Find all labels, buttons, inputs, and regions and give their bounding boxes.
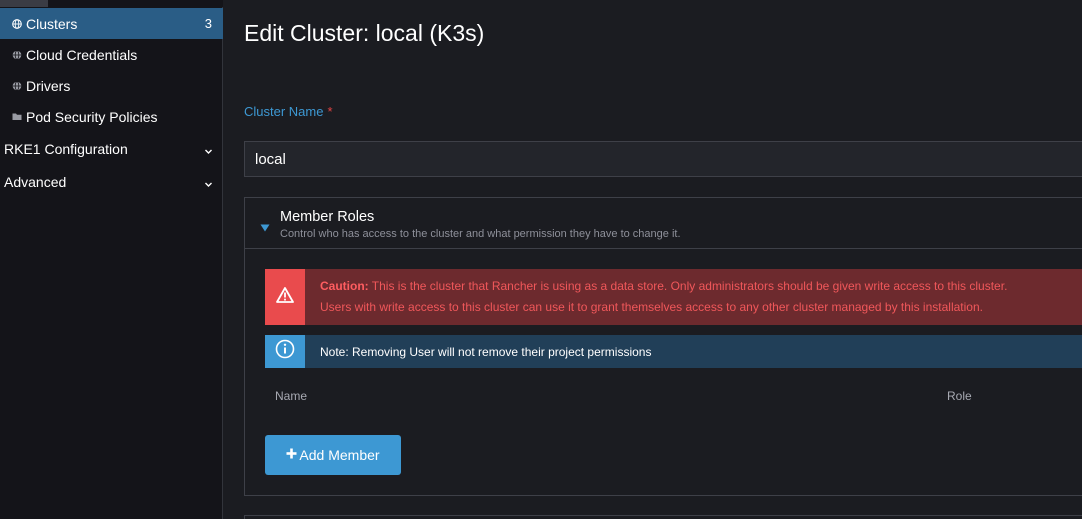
caution-text: Caution: This is the cluster that Ranche…	[305, 269, 1007, 325]
member-roles-header[interactable]: Member Roles Control who has access to t…	[245, 198, 1082, 249]
caution-label: Caution:	[320, 279, 369, 293]
globe-icon	[12, 80, 22, 91]
cluster-count-badge: 3	[204, 16, 212, 31]
cluster-name-input[interactable]	[244, 141, 1082, 177]
add-member-button[interactable]: Add Member	[265, 435, 401, 475]
globe-icon	[12, 49, 22, 60]
caution-banner: Caution: This is the cluster that Ranche…	[265, 269, 1082, 325]
caution-message-1: This is the cluster that Rancher is usin…	[368, 279, 1008, 293]
sidebar-top-tab[interactable]	[0, 0, 48, 7]
member-roles-panel: Member Roles Control who has access to t…	[244, 197, 1082, 496]
sidebar-item-drivers[interactable]: Drivers	[0, 70, 223, 101]
chevron-down-icon	[204, 176, 213, 192]
folder-icon	[12, 112, 22, 122]
sidebar-group-rke1-configuration[interactable]: RKE1 Configuration	[0, 132, 223, 165]
sidebar: Clusters 3 Cloud Credentials Drivers Pod…	[0, 0, 223, 519]
sidebar-item-label: Cloud Credentials	[26, 46, 138, 63]
info-text: Note: Removing User will not remove thei…	[320, 344, 652, 359]
next-panel	[244, 515, 1082, 519]
warning-icon-box	[265, 269, 305, 325]
member-roles-subtitle: Control who has access to the cluster an…	[280, 228, 681, 240]
sidebar-group-label: RKE1 Configuration	[4, 140, 128, 157]
cluster-name-label: Cluster Name *	[244, 104, 333, 119]
required-marker: *	[327, 104, 333, 119]
add-member-label: Add Member	[299, 447, 380, 463]
globe-icon	[12, 18, 22, 29]
sidebar-item-clusters[interactable]: Clusters 3	[0, 8, 223, 39]
sidebar-item-label: Clusters	[26, 15, 78, 32]
sidebar-item-label: Drivers	[26, 77, 71, 94]
info-icon	[275, 339, 295, 364]
member-roles-title: Member Roles	[280, 209, 375, 225]
info-banner: Note: Removing User will not remove thei…	[265, 335, 1082, 368]
sidebar-top-strip	[0, 0, 223, 7]
page-title: Edit Cluster: local (K3s)	[244, 20, 485, 46]
chevron-down-icon	[204, 143, 213, 159]
sidebar-item-label: Pod Security Policies	[26, 108, 158, 125]
caution-line-2: Users with write access to this cluster …	[320, 300, 983, 314]
column-header-name: Name	[275, 389, 308, 403]
sidebar-item-pod-security-policies[interactable]: Pod Security Policies	[0, 101, 223, 132]
cluster-name-label-text: Cluster Name	[244, 104, 324, 119]
column-header-role: Role	[947, 389, 972, 403]
caret-down-icon[interactable]	[260, 219, 270, 237]
warning-icon	[276, 286, 294, 308]
main-content: Edit Cluster: local (K3s) Cluster Name * …	[224, 0, 1082, 519]
info-icon-box	[265, 335, 305, 368]
sidebar-group-advanced[interactable]: Advanced	[0, 165, 223, 198]
caution-line-1: Caution: This is the cluster that Ranche…	[320, 276, 1007, 297]
sidebar-item-cloud-credentials[interactable]: Cloud Credentials	[0, 39, 223, 70]
sidebar-group-label: Advanced	[4, 173, 67, 190]
plus-icon	[286, 446, 297, 464]
